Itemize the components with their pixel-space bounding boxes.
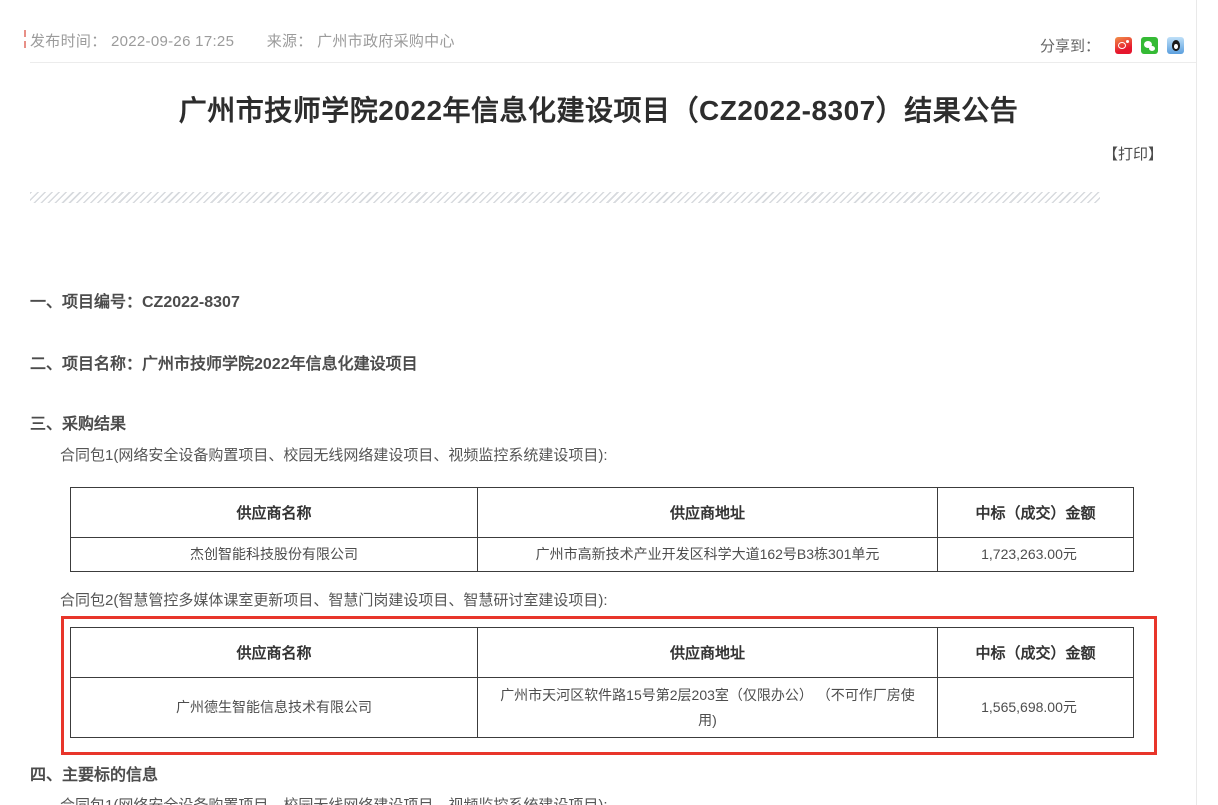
supplier-name-cell: 广州德生智能信息技术有限公司 — [71, 678, 478, 738]
publish-time-value: 2022-09-26 17:25 — [111, 33, 234, 50]
col-supplier-address: 供应商地址 — [478, 628, 938, 678]
page-title: 广州市技师学院2022年信息化建设项目（CZ2022-8307）结果公告 — [0, 89, 1197, 129]
source-value: 广州市政府采购中心 — [317, 33, 455, 50]
col-supplier-name: 供应商名称 — [71, 628, 478, 678]
section-project-name: 二、项目名称：广州市技师学院2022年信息化建设项目 — [30, 350, 418, 374]
supplier-name-cell: 杰创智能科技股份有限公司 — [71, 538, 478, 572]
meta-divider-line — [30, 62, 1196, 63]
table-row: 杰创智能科技股份有限公司 广州市高新技术产业开发区科学大道162号B3栋301单… — [71, 538, 1134, 572]
section-project-number: 一、项目编号：CZ2022-8307 — [30, 288, 240, 312]
red-artifact-mark — [24, 41, 26, 48]
award-amount-cell: 1,723,263.00元 — [938, 538, 1134, 572]
section-main-subject-info: 四、主要标的信息 — [30, 761, 158, 785]
weibo-share-icon[interactable] — [1115, 37, 1132, 54]
wechat-share-icon[interactable] — [1141, 37, 1158, 54]
package1-table: 供应商名称 供应商地址 中标（成交）金额 杰创智能科技股份有限公司 广州市高新技… — [70, 487, 1134, 572]
section-procurement-result: 三、采购结果 — [30, 410, 126, 434]
col-supplier-name: 供应商名称 — [71, 488, 478, 538]
col-supplier-address: 供应商地址 — [478, 488, 938, 538]
supplier-address-cell: 广州市天河区软件路15号第2层203室（仅限办公） （不可作厂房使用) — [478, 678, 938, 738]
red-artifact-mark — [24, 30, 26, 37]
package1-intro: 合同包1(网络安全设备购置项目、校园无线网络建设项目、视频监控系统建设项目): — [60, 444, 608, 465]
package2-table: 供应商名称 供应商地址 中标（成交）金额 广州德生智能信息技术有限公司 广州市天… — [70, 627, 1134, 738]
supplier-address-cell: 广州市高新技术产业开发区科学大道162号B3栋301单元 — [478, 538, 938, 572]
print-button[interactable]: 【打印】 — [1103, 143, 1163, 164]
hatched-divider — [30, 192, 1100, 203]
table-header-row: 供应商名称 供应商地址 中标（成交）金额 — [71, 628, 1134, 678]
clipped-bottom-line: 合同包1(网络安全设备购置项目、校园无线网络建设项目、视频监控系统建设项目): — [60, 794, 608, 805]
award-amount-cell: 1,565,698.00元 — [938, 678, 1134, 738]
announcement-page: 发布时间： 2022-09-26 17:25 来源： 广州市政府采购中心 分享到… — [0, 0, 1218, 805]
share-bar: 分享到： — [1040, 35, 1184, 56]
col-award-amount: 中标（成交）金额 — [938, 488, 1134, 538]
publish-time-label: 发布时间： — [30, 33, 107, 50]
qq-share-icon[interactable] — [1167, 37, 1184, 54]
table-row: 广州德生智能信息技术有限公司 广州市天河区软件路15号第2层203室（仅限办公）… — [71, 678, 1134, 738]
share-to-label: 分享到： — [1040, 35, 1100, 56]
source-label: 来源： — [267, 33, 313, 50]
meta-bar: 发布时间： 2022-09-26 17:25 来源： 广州市政府采购中心 — [30, 30, 483, 51]
table-header-row: 供应商名称 供应商地址 中标（成交）金额 — [71, 488, 1134, 538]
package2-intro: 合同包2(智慧管控多媒体课室更新项目、智慧门岗建设项目、智慧研讨室建设项目): — [60, 589, 608, 610]
col-award-amount: 中标（成交）金额 — [938, 628, 1134, 678]
